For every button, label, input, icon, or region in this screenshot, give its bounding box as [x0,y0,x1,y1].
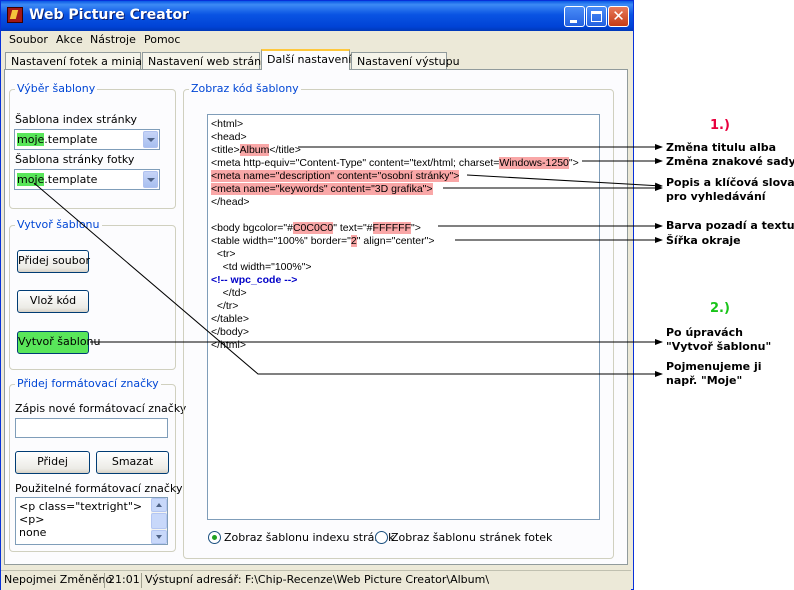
annotation-colors: Barva pozadí a textu [666,219,794,232]
annotation-meta-desc: Popis a klíčová slova [666,176,794,189]
annotation-name-it: Pojmenujeme ji [666,360,762,373]
annotation-arrows [33,144,663,377]
annotation-border: Šířka okraje [666,234,741,247]
tab-other-settings[interactable]: Další nastavení [261,49,351,70]
annotation-name-it-2: např. "Moje" [666,374,743,387]
arrow-line [466,174,663,189]
annotation-meta-desc-2: pro vyhledávání [666,190,766,203]
step2-label: 2.) [710,301,730,316]
step1-label: 1.) [710,118,730,133]
annotation-after-edit-2: "Vytvoř šablonu" [666,340,772,353]
annotation-album-title: Změna titulu alba [666,141,777,154]
annotation-after-edit: Po úpravách [666,326,743,339]
annotation-charset: Změna znakové sady [666,155,794,168]
arrow-line [33,182,663,377]
